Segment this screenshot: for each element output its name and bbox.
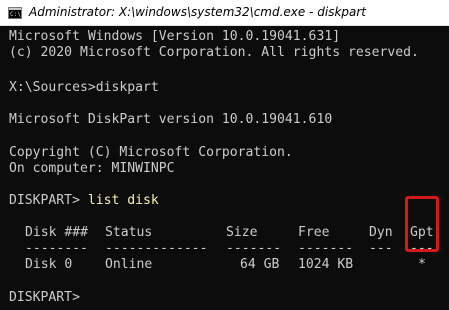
console-line: (c) 2020 Microsoft Corporation. All righ… [9, 45, 419, 60]
separator-dyn: --- [369, 241, 393, 256]
cmd-icon[interactable]: C:\. [8, 7, 22, 19]
disk-cell: Disk 0 [25, 257, 73, 272]
separator-size: ------- [226, 241, 282, 256]
column-header-status: Status [105, 225, 153, 240]
cmd-icon-label: C:\. [10, 11, 21, 18]
entered-command: list disk [87, 193, 159, 208]
status-cell: Online [105, 257, 153, 272]
diskpart-prompt: DISKPART> [9, 193, 88, 208]
console-line: X:\Sources>diskpart [9, 80, 159, 95]
column-header-disk: Disk ### [25, 225, 89, 240]
final-prompt: DISKPART> [9, 290, 80, 305]
console-line: Microsoft DiskPart version 10.0.19041.61… [9, 112, 333, 127]
console-line: On computer: MINWINPC [9, 161, 175, 176]
free-cell: 1024 KB [298, 257, 354, 272]
column-header-dyn: Dyn [369, 225, 393, 240]
console-output[interactable]: Microsoft Windows [Version 10.0.19041.63… [0, 26, 449, 310]
separator-gpt: --- [410, 241, 434, 256]
title-bar[interactable]: C:\. Administrator: X:\windows\system32\… [0, 0, 449, 26]
gpt-cell: * [418, 257, 426, 272]
column-header-size: Size [226, 225, 258, 240]
cmd-window: C:\. Administrator: X:\windows\system32\… [0, 0, 449, 310]
console-line: Copyright (C) Microsoft Corporation. [9, 145, 293, 160]
separator-disk: -------- [25, 241, 89, 256]
separator-free: ------- [298, 241, 354, 256]
separator-status: ------------- [105, 241, 208, 256]
window-title: Administrator: X:\windows\system32\cmd.e… [29, 5, 367, 19]
column-header-free: Free [298, 225, 330, 240]
column-header-gpt: Gpt [410, 225, 434, 240]
size-cell: 64 GB [240, 257, 280, 272]
console-line: Microsoft Windows [Version 10.0.19041.63… [9, 29, 341, 44]
command-line: DISKPART> list disk [9, 193, 159, 209]
